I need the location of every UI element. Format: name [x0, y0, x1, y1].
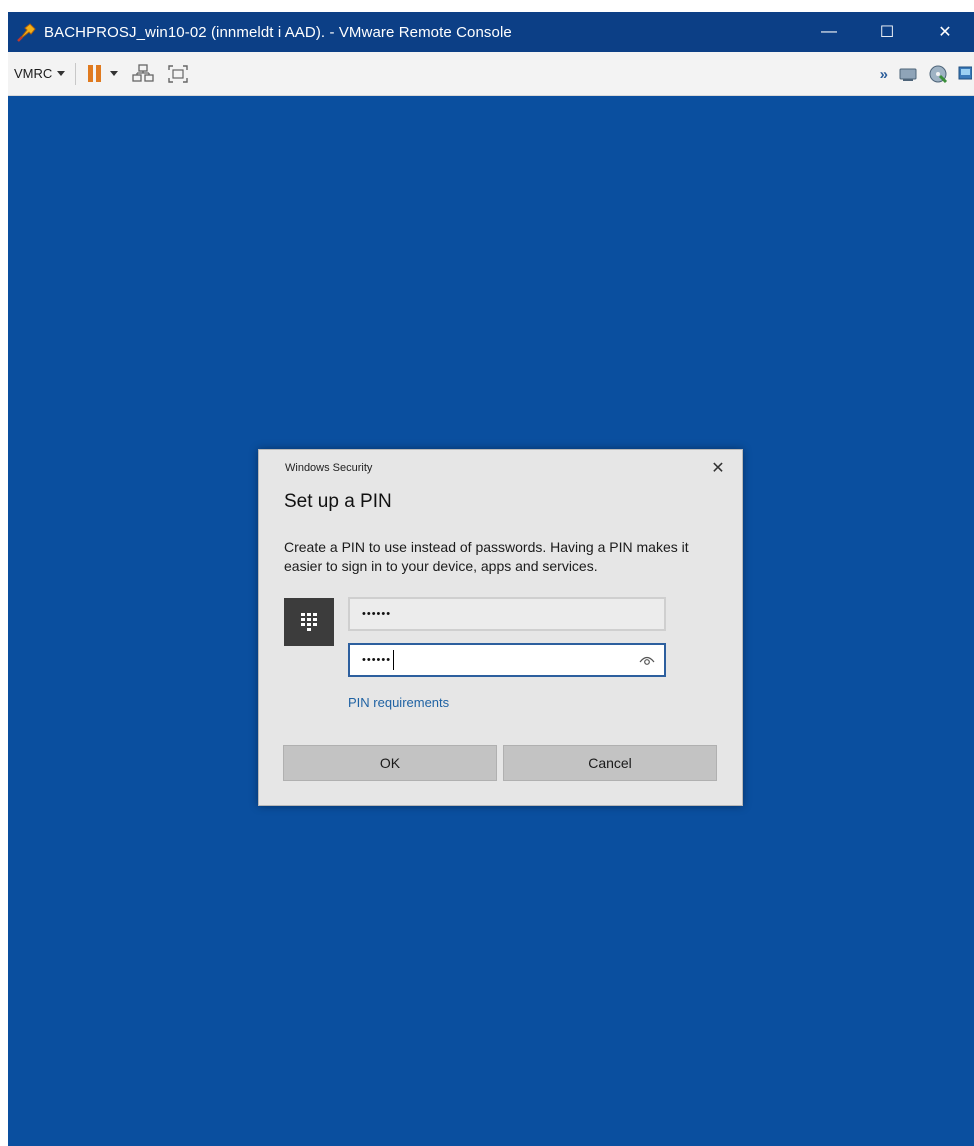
dialog-description: Create a PIN to use instead of passwords…: [284, 539, 689, 574]
dialog-header: Windows Security: [285, 462, 373, 474]
vmrc-toolbar: VMRC »: [8, 52, 974, 96]
window-controls: — ☐ ✕: [800, 12, 974, 52]
ok-button[interactable]: OK: [283, 745, 497, 781]
new-pin-field[interactable]: ••••••: [348, 597, 666, 631]
vmrc-window: BACHPROSJ_win10-02 (innmeldt i AAD). - V…: [8, 12, 974, 1146]
reveal-password-eye-icon[interactable]: [639, 653, 655, 672]
cancel-button[interactable]: Cancel: [503, 745, 717, 781]
vmrc-menu-button[interactable]: VMRC: [14, 66, 66, 81]
chevron-down-icon: [57, 71, 66, 76]
minimize-button[interactable]: —: [800, 12, 858, 52]
title-bar: BACHPROSJ_win10-02 (innmeldt i AAD). - V…: [8, 12, 974, 52]
dialog-close-button[interactable]: ✕: [708, 458, 728, 478]
toolbar-divider: [75, 62, 77, 85]
vmrc-menu-label: VMRC: [14, 66, 53, 81]
close-button[interactable]: ✕: [916, 12, 974, 52]
keypad-icon: [284, 598, 334, 646]
new-pin-value: ••••••: [362, 608, 392, 620]
confirm-pin-value: ••••••: [362, 654, 392, 666]
window-title: BACHPROSJ_win10-02 (innmeldt i AAD). - V…: [44, 23, 512, 41]
chevron-double-right-icon[interactable]: »: [880, 66, 888, 83]
vmrc-app-icon: [12, 12, 42, 52]
text-cursor: [393, 650, 395, 670]
dialog-title: Set up a PIN: [284, 491, 392, 512]
power-pause-button[interactable]: [88, 65, 119, 82]
network-computers-icon: [132, 63, 154, 82]
maximize-button[interactable]: ☐: [858, 12, 916, 52]
network-icon[interactable]: [958, 64, 972, 84]
confirm-pin-field[interactable]: ••••••: [348, 643, 666, 677]
cd-drive-icon[interactable]: [928, 64, 948, 84]
device-icons: »: [880, 52, 974, 96]
pause-icon: [88, 65, 102, 82]
removable-device-icon[interactable]: [898, 65, 918, 83]
chevron-down-icon: [110, 71, 119, 76]
fullscreen-button[interactable]: [168, 64, 188, 83]
fullscreen-icon: [168, 64, 188, 83]
send-ctrl-alt-del-button[interactable]: [132, 63, 154, 84]
windows-security-dialog: Windows Security ✕ Set up a PIN Create a…: [258, 449, 743, 806]
pin-requirements-link[interactable]: PIN requirements: [348, 695, 449, 710]
